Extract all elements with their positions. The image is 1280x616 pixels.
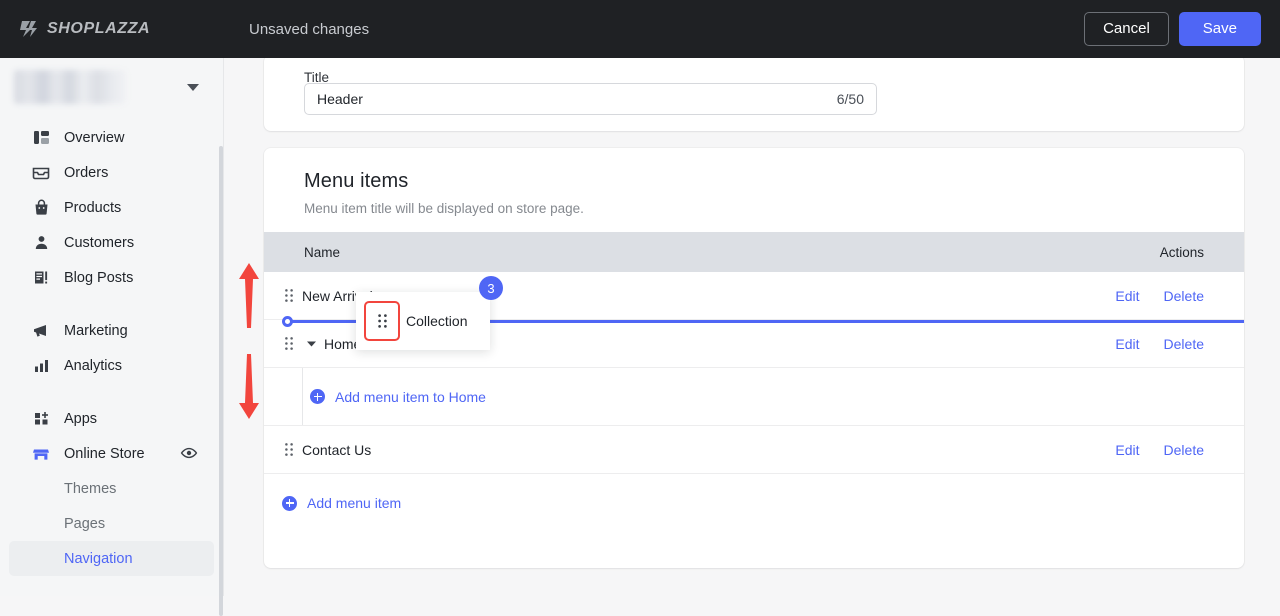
delete-link[interactable]: Delete [1164,288,1204,304]
add-menu-item-link[interactable]: Add menu item [282,495,401,511]
drag-ghost-label: Collection [406,313,468,329]
plus-circle-icon [310,389,325,404]
sidebar-item-label: Overview [64,129,125,146]
delete-link[interactable]: Delete [1164,336,1204,352]
drag-count-badge: 3 [479,276,503,300]
top-bar-actions: Cancel Save [1084,12,1261,46]
add-menu-item-to-home-link[interactable]: Add menu item to Home [310,389,486,405]
sidebar-item-label: Pages [64,515,106,532]
brand-name: SHOPLAZZA [47,20,151,37]
eye-icon[interactable] [180,444,198,462]
main-content: Title 6/50 Menu items Menu item title wi… [224,58,1280,596]
save-button[interactable]: Save [1178,12,1261,46]
plus-circle-icon [282,495,297,511]
sidebar-item-label: Marketing [64,322,128,339]
title-char-counter: 6/50 [836,91,864,107]
sidebar-item-label: Analytics [64,357,123,374]
brand: SHOPLAZZA [17,19,227,39]
sidebar-item-label: Products [64,199,122,216]
row-actions: Edit Delete [1115,336,1204,352]
menu-items-header: Menu items Menu item title will be displ… [264,148,1244,232]
unsaved-changes-label: Unsaved changes [249,20,370,38]
sidebar: Overview Orders Products Customers Blog … [0,58,224,616]
edit-link[interactable]: Edit [1115,336,1139,352]
sidebar-item-label: Orders [64,164,109,181]
row-actions: Edit Delete [1115,442,1204,458]
menu-items-card: Menu items Menu item title will be displ… [264,148,1244,568]
add-submenu-label: Add menu item to Home [335,388,486,405]
products-icon [31,198,51,218]
menu-items-subtitle: Menu item title will be displayed on sto… [304,201,584,216]
drag-handle-icon[interactable] [282,337,296,350]
drag-handle-icon[interactable] [282,289,296,302]
customers-icon [31,233,51,253]
sidebar-item-pages[interactable]: Pages [9,506,214,541]
marketing-icon [31,321,51,341]
sidebar-item-label: Apps [64,410,98,427]
sidebar-item-label: Customers [64,234,135,251]
drop-indicator-dot [282,316,293,327]
red-arrow-down-icon [238,352,260,420]
title-input[interactable] [317,91,837,107]
sidebar-item-marketing[interactable]: Marketing [9,313,214,348]
column-header-actions: Actions [1159,244,1204,260]
sidebar-item-label: Themes [64,480,117,497]
sidebar-item-customers[interactable]: Customers [9,225,214,260]
add-menu-item-row[interactable]: Add menu item [264,474,1244,532]
red-arrow-up-icon [238,262,260,330]
column-header-name: Name [304,244,341,260]
caret-down-icon[interactable] [302,340,320,348]
row-actions: Edit Delete [1115,288,1204,304]
cancel-button[interactable]: Cancel [1084,12,1169,46]
sidebar-item-navigation[interactable]: Navigation [9,541,214,576]
sidebar-item-analytics[interactable]: Analytics [9,348,214,383]
sidebar-item-online-store[interactable]: Online Store [9,436,214,471]
sidebar-item-label: Online Store [64,445,145,462]
sidebar-item-label: Blog Posts [64,269,134,286]
drag-ghost-item[interactable]: Collection [356,292,490,350]
analytics-icon [31,356,51,376]
table-row[interactable]: Contact Us Edit Delete [264,426,1244,474]
add-submenu-item-row[interactable]: Add menu item to Home [264,368,1244,426]
table-row[interactable]: New Arrivals Edit Delete Collection 3 [264,272,1244,350]
menu-item-name: Contact Us [302,441,372,458]
top-bar: SHOPLAZZA Unsaved changes Cancel Save [0,0,1280,58]
table-header: Name Actions [264,232,1244,272]
nav-divider-gap-2 [0,383,223,401]
store-name-redacted [14,70,126,104]
apps-icon [31,409,51,429]
sidebar-item-overview[interactable]: Overview [9,120,214,155]
edit-link[interactable]: Edit [1115,288,1139,304]
edit-link[interactable]: Edit [1115,442,1139,458]
page-title: Menu items [304,170,409,192]
drag-handle-icon[interactable] [282,443,296,456]
title-input-wrapper[interactable]: 6/50 [304,83,877,115]
add-menu-item-label: Add menu item [307,495,402,511]
sidebar-item-blog-posts[interactable]: Blog Posts [9,260,214,295]
delete-link[interactable]: Delete [1164,442,1204,458]
nav-divider-gap [0,295,223,313]
store-icon [31,444,51,464]
store-switcher[interactable] [0,58,223,116]
shoplazza-logo-icon [20,21,37,37]
blog-icon [31,268,51,288]
sidebar-item-label: Navigation [64,550,133,567]
chevron-down-icon[interactable] [187,84,199,91]
sidebar-item-products[interactable]: Products [9,190,214,225]
primary-nav: Overview Orders Products Customers Blog … [0,116,223,576]
overview-icon [31,128,51,148]
sidebar-item-themes[interactable]: Themes [9,471,214,506]
sidebar-item-apps[interactable]: Apps [9,401,214,436]
sidebar-item-orders[interactable]: Orders [9,155,214,190]
sidebar-scrollbar[interactable] [219,146,223,616]
drag-handle-icon[interactable] [364,301,400,341]
orders-icon [31,163,51,183]
title-card: Title 6/50 [264,58,1244,131]
